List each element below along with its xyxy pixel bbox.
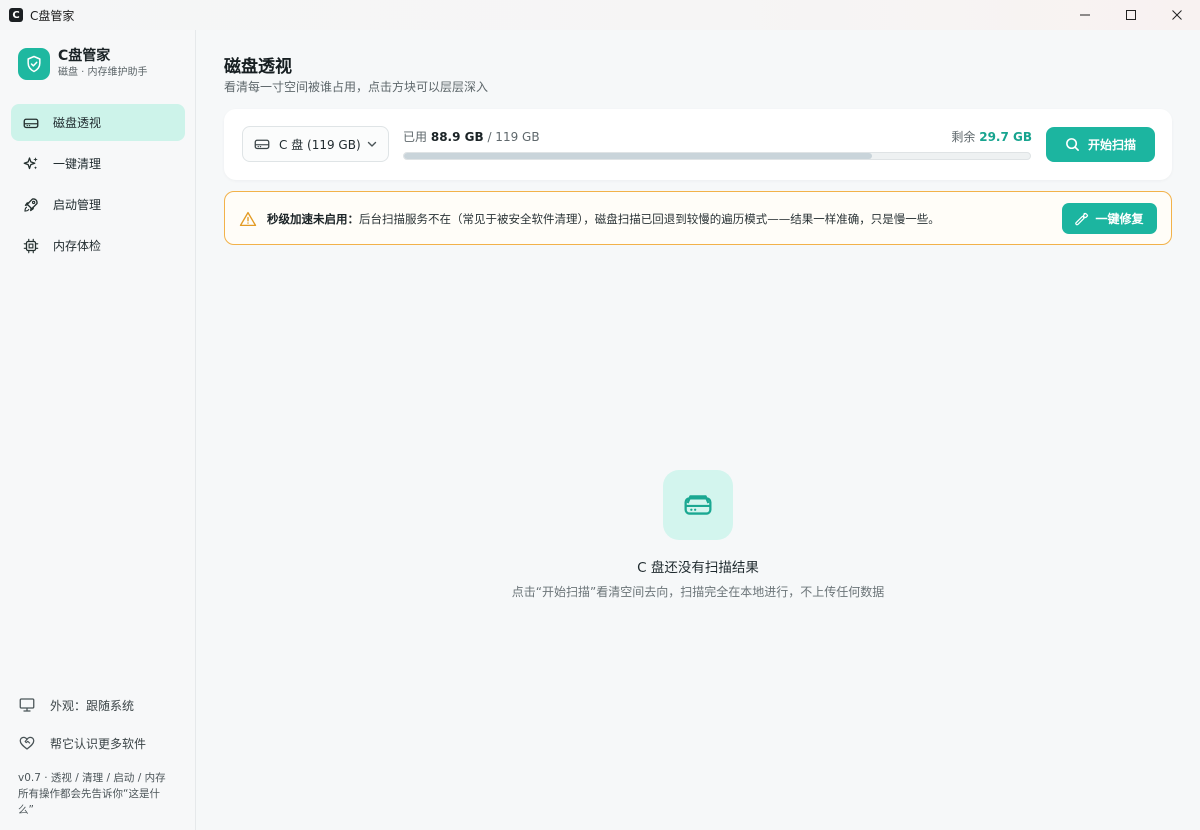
monitor-icon [19, 698, 35, 712]
empty-state: C 盘还没有扫描结果 点击“开始扫描”看清空间去向，扫描完全在本地进行，不上传任… [196, 470, 1200, 600]
usage-progress-fill [404, 153, 872, 159]
used-prefix: 已用 [403, 130, 428, 144]
sidebar: C盘管家 磁盘 · 内存维护助手 磁盘透视 一键清理 启动管理 内存体检 外观：… [0, 30, 196, 830]
appearance-toggle[interactable]: 外观：跟随系统 [18, 686, 183, 724]
used-space: 已用 88.9 GB / 119 GB [403, 128, 540, 145]
title-bar: C C盘管家 [0, 0, 1200, 30]
sidebar-item-label: 启动管理 [53, 198, 102, 212]
disk-usage-card: C 盘 (119 GB) 已用 88.9 GB / 119 GB 剩余 29.7… [224, 109, 1172, 180]
page-subtitle: 看清每一寸空间被谁占用，点击方块可以层层深入 [224, 80, 489, 94]
sidebar-item-startup[interactable]: 启动管理 [11, 186, 185, 223]
wrench-icon [1075, 212, 1089, 225]
one-click-fix-button[interactable]: 一键修复 [1062, 203, 1157, 234]
heart-handshake-icon [19, 736, 35, 750]
empty-state-subtitle: 点击“开始扫描”看清空间去向，扫描完全在本地进行，不上传任何数据 [511, 585, 885, 599]
close-button[interactable] [1154, 0, 1200, 30]
shield-logo-icon [18, 47, 50, 80]
free-value: 29.7 GB [979, 130, 1032, 144]
free-space: 剩余 29.7 GB [951, 128, 1032, 145]
version-info: v0.7 · 透视 / 清理 / 启动 / 内存 所有操作都会先告诉你“这是什 … [18, 770, 183, 818]
brand-subtitle: 磁盘 · 内存维护助手 [58, 67, 148, 78]
brand-name: C盘管家 [58, 48, 111, 64]
sidebar-item-label: 磁盘透视 [53, 116, 102, 130]
disk-icon [254, 139, 270, 150]
version-line: v0.7 · 透视 / 清理 / 启动 / 内存 [18, 772, 166, 784]
total-capacity: / 119 GB [487, 130, 540, 144]
minimize-icon [1080, 14, 1090, 16]
disk-icon [21, 113, 41, 133]
start-scan-label: 开始扫描 [1087, 138, 1136, 152]
appearance-label: 外观：跟随系统 [50, 698, 135, 713]
close-icon [1172, 10, 1182, 20]
sparkle-icon [21, 154, 41, 174]
usage-progress-bar [403, 152, 1031, 160]
maximize-icon [1126, 10, 1136, 20]
chevron-down-icon [367, 141, 377, 147]
sidebar-nav: 磁盘透视 一键清理 启动管理 内存体检 [11, 104, 185, 268]
version-line: 么” [18, 804, 34, 816]
used-value: 88.9 GB [430, 130, 484, 144]
warning-icon [239, 211, 257, 227]
search-icon [1066, 138, 1079, 151]
warning-message: 秒级加速未启用：后台扫描服务不在（常见于被安全软件清理），磁盘扫描已回退到较慢的… [267, 211, 940, 227]
window-controls [1062, 0, 1200, 30]
disk-selector[interactable]: C 盘 (119 GB) [242, 126, 389, 162]
window-title: C盘管家 [30, 8, 75, 23]
sidebar-footer: 外观：跟随系统 帮它认识更多软件 v0.7 · 透视 / 清理 / 启动 / 内… [18, 686, 183, 818]
version-line: 所有操作都会先告诉你“这是什 [18, 788, 160, 800]
brand: C盘管家 磁盘 · 内存维护助手 [18, 47, 148, 80]
page-title: 磁盘透视 [224, 57, 292, 77]
empty-state-title: C 盘还没有扫描结果 [637, 560, 759, 576]
one-click-fix-label: 一键修复 [1095, 212, 1144, 226]
maximize-button[interactable] [1108, 0, 1154, 30]
free-prefix: 剩余 [951, 130, 976, 144]
minimize-button[interactable] [1062, 0, 1108, 30]
rocket-icon [21, 195, 41, 215]
app-icon: C [9, 8, 23, 22]
start-scan-button[interactable]: 开始扫描 [1046, 127, 1155, 162]
warning-title: 秒级加速未启用： [267, 212, 359, 226]
sidebar-item-label: 内存体检 [53, 239, 102, 253]
warning-body: 后台扫描服务不在（常见于被安全软件清理），磁盘扫描已回退到较慢的遍历模式——结果… [359, 212, 940, 226]
disk-icon [663, 470, 733, 540]
sidebar-item-memory-check[interactable]: 内存体检 [11, 227, 185, 264]
support-link[interactable]: 帮它认识更多软件 [18, 724, 183, 762]
sidebar-item-one-click-clean[interactable]: 一键清理 [11, 145, 185, 182]
sidebar-item-label: 一键清理 [53, 157, 102, 171]
main-content: 磁盘透视 看清每一寸空间被谁占用，点击方块可以层层深入 C 盘 (119 GB)… [196, 30, 1200, 830]
sidebar-item-disk-view[interactable]: 磁盘透视 [11, 104, 185, 141]
chip-icon [21, 236, 41, 256]
support-label: 帮它认识更多软件 [50, 736, 147, 751]
selected-disk: C 盘 (119 GB) [279, 137, 361, 152]
warning-banner: 秒级加速未启用：后台扫描服务不在（常见于被安全软件清理），磁盘扫描已回退到较慢的… [224, 191, 1172, 245]
